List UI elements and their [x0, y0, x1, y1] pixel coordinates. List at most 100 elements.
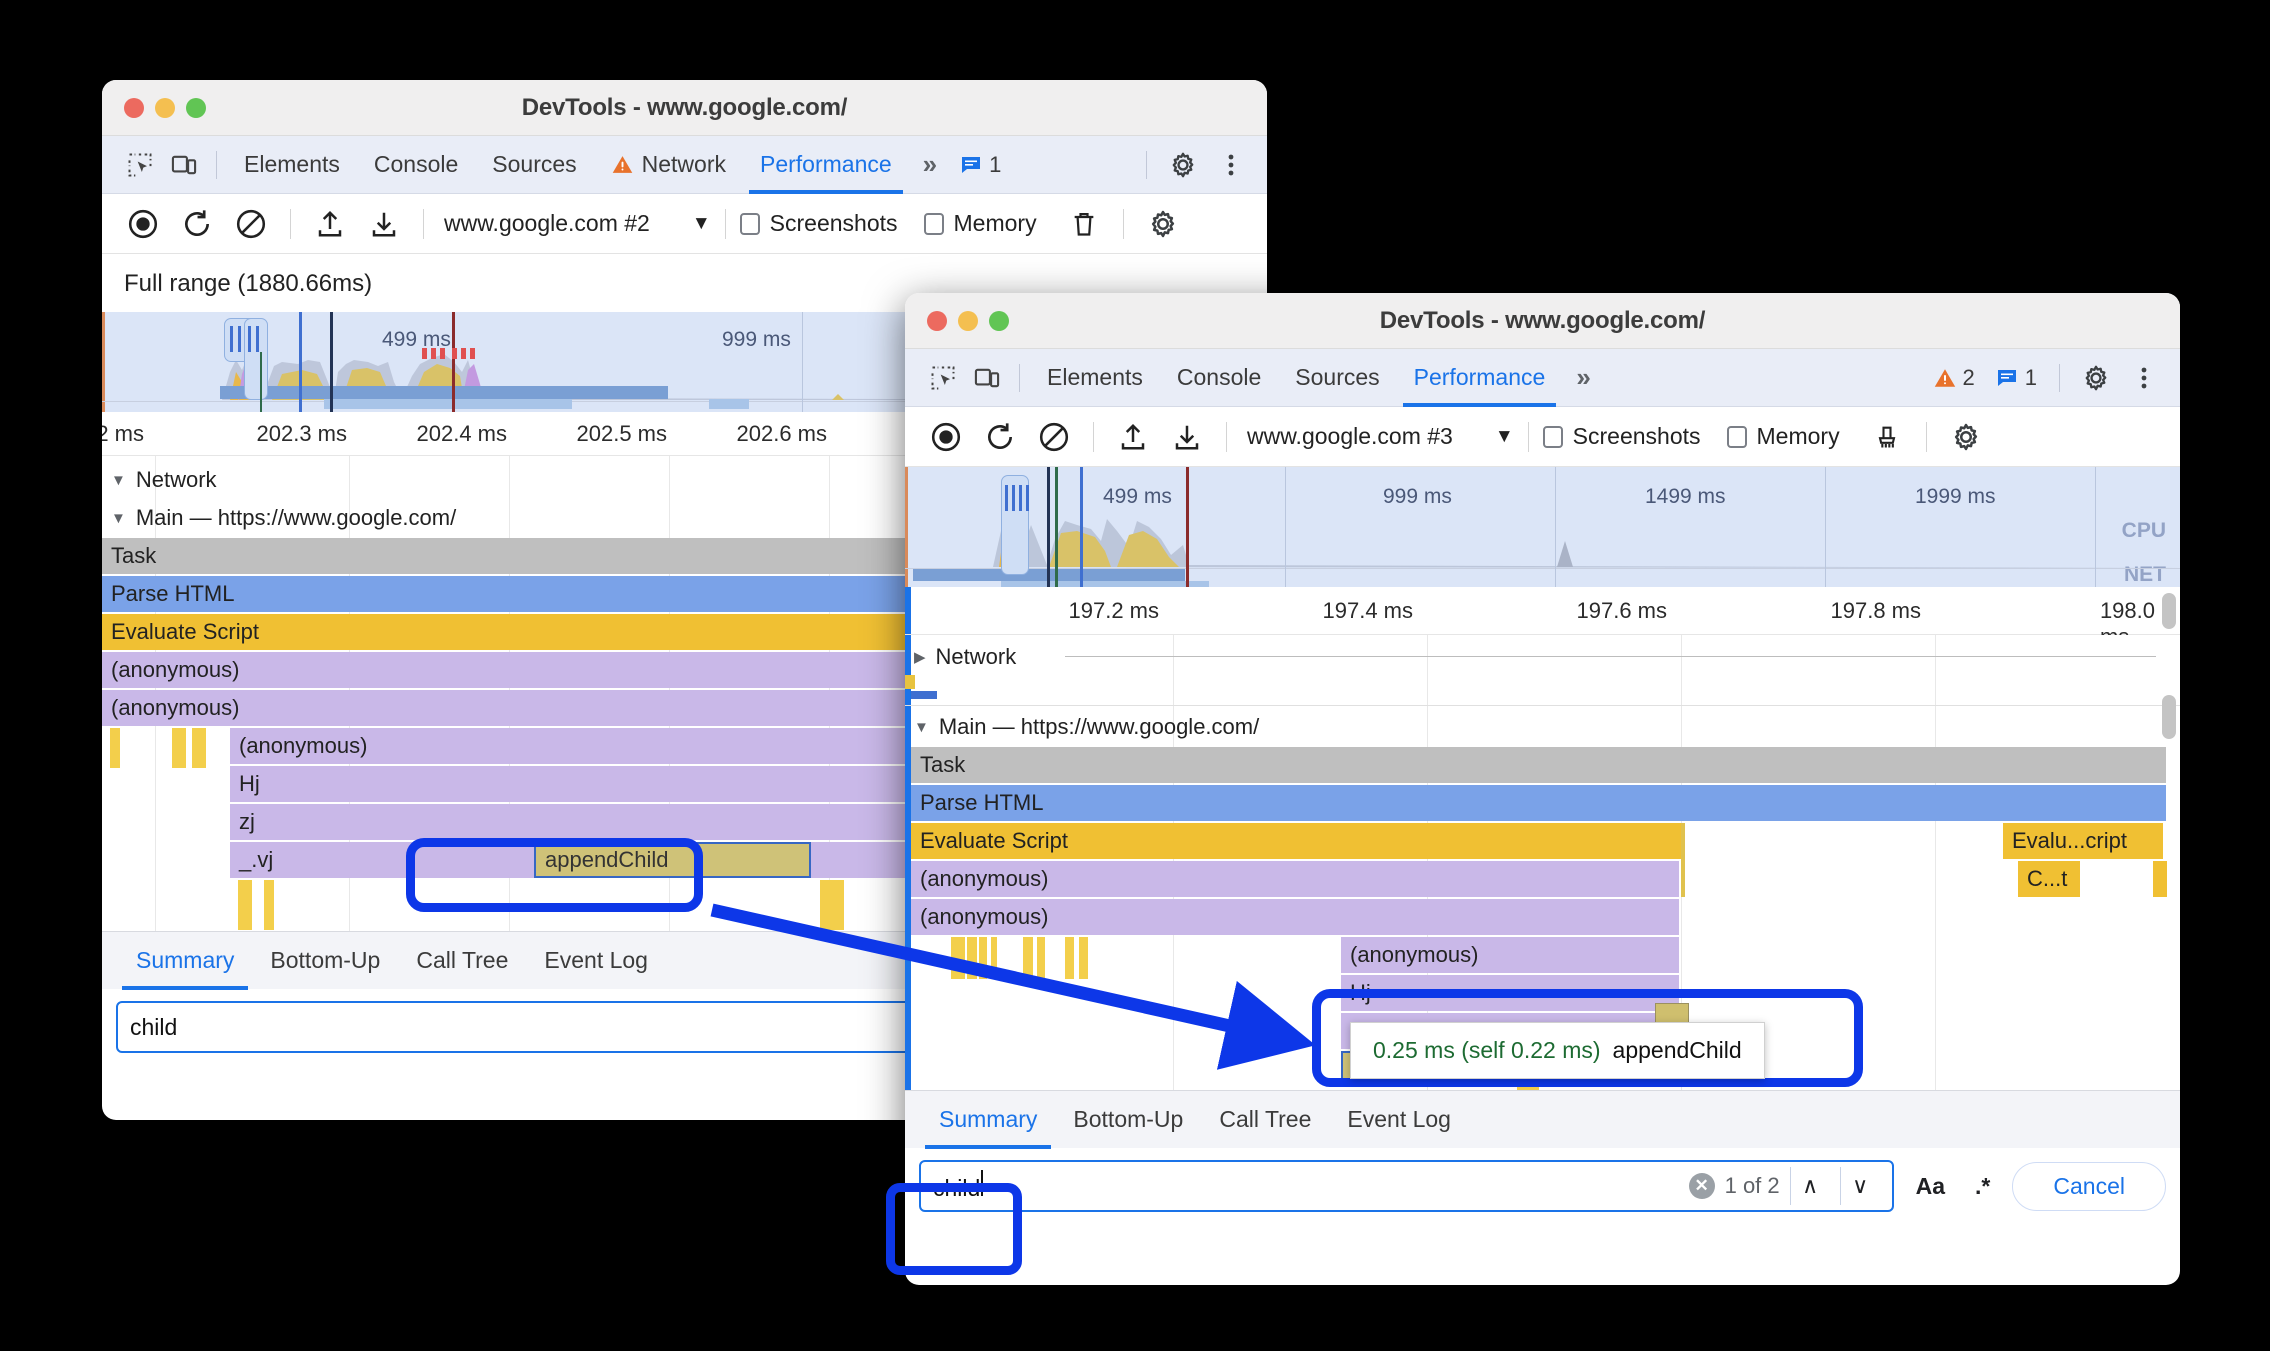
close-button[interactable]: [927, 310, 947, 331]
track-main[interactable]: ▼ Main — https://www.google.com/: [914, 709, 1259, 745]
window2-control-toolbar[interactable]: www.google.com #3 ▼ Screenshots Memory: [905, 407, 2180, 467]
flame-bar[interactable]: [979, 937, 987, 979]
vertical-scrollbar[interactable]: [2162, 695, 2176, 739]
flame-bar[interactable]: [967, 937, 977, 979]
gear-icon[interactable]: [2074, 356, 2118, 400]
upload-icon[interactable]: [1108, 412, 1158, 462]
maximize-button[interactable]: [989, 310, 1009, 331]
download-icon[interactable]: [1162, 412, 1212, 462]
gear-icon[interactable]: [1941, 412, 1991, 462]
flame-bar[interactable]: [1065, 937, 1074, 979]
flame-bar[interactable]: [238, 880, 252, 930]
flame-row-hj[interactable]: Hj: [1341, 975, 1679, 1011]
record-icon[interactable]: [118, 199, 168, 249]
flame-bar[interactable]: [1023, 937, 1033, 979]
flame-bar[interactable]: [820, 880, 844, 930]
flame-row-anonymous-1[interactable]: (anonymous): [911, 861, 1679, 897]
tab-sources[interactable]: Sources: [1278, 349, 1396, 407]
more-tabs-icon[interactable]: »: [1562, 362, 1604, 393]
device-toggle-icon[interactable]: [162, 143, 206, 187]
flame-bar[interactable]: [1037, 937, 1045, 979]
bottom-tab-call-tree[interactable]: Call Tree: [398, 932, 526, 990]
window2-tabstrip-right[interactable]: 2 1: [1925, 356, 2181, 400]
bottom-tab-bottom-up[interactable]: Bottom-Up: [252, 932, 398, 990]
flame-bar[interactable]: [991, 937, 997, 979]
flame-row-anonymous-2[interactable]: (anonymous): [911, 899, 1679, 935]
window1-traffic-lights[interactable]: [102, 97, 206, 118]
maximize-button[interactable]: [186, 97, 206, 118]
match-case-button[interactable]: Aa: [1908, 1173, 1953, 1200]
track-main[interactable]: ▼ Main — https://www.google.com/: [111, 500, 456, 536]
more-options-icon[interactable]: [1209, 143, 1253, 187]
flame-row-zj[interactable]: zj: [230, 804, 920, 840]
window2-titlebar[interactable]: DevTools - www.google.com/: [905, 293, 2180, 349]
track-network[interactable]: ▶ Network: [914, 639, 1016, 675]
trash-icon[interactable]: [1059, 199, 1109, 249]
device-toggle-icon[interactable]: [965, 356, 1009, 400]
regex-button[interactable]: .*: [1967, 1173, 1998, 1200]
gear-icon[interactable]: [1161, 143, 1205, 187]
close-button[interactable]: [124, 97, 144, 118]
tab-performance[interactable]: Performance: [743, 136, 909, 194]
gear-icon[interactable]: [1138, 199, 1188, 249]
screenshots-checkbox[interactable]: Screenshots: [1542, 423, 1701, 450]
window1-tabstrip[interactable]: Elements Console Sources Network Perform…: [102, 136, 1267, 194]
window2-tabstrip[interactable]: Elements Console Sources Performance » 2…: [905, 349, 2180, 407]
tab-console[interactable]: Console: [1160, 349, 1278, 407]
flame-row-evaluate-script[interactable]: Evaluate Script: [911, 823, 1683, 859]
session-dropdown[interactable]: www.google.com #2 ▼: [438, 210, 711, 237]
session-dropdown[interactable]: www.google.com #3 ▼: [1241, 423, 1514, 450]
flame-row-evaluate-script-right[interactable]: Evalu...cript: [2003, 823, 2163, 859]
track-network[interactable]: ▼ Network: [111, 462, 217, 498]
record-icon[interactable]: [921, 412, 971, 462]
upload-icon[interactable]: [305, 199, 355, 249]
flame-bar[interactable]: [2153, 861, 2167, 897]
flame-frame-appendchild-selected[interactable]: appendChild: [534, 842, 811, 878]
flame-bar[interactable]: [192, 728, 206, 768]
brush-icon[interactable]: [1862, 412, 1912, 462]
bottom-tab-event-log[interactable]: Event Log: [526, 932, 666, 990]
more-tabs-icon[interactable]: »: [909, 149, 951, 180]
clear-icon[interactable]: [226, 199, 276, 249]
devtools-window-2[interactable]: DevTools - www.google.com/ Elements Cons…: [905, 293, 2180, 1285]
window2-overview[interactable]: 499 ms 999 ms 1499 ms 1999 ms CPU NET: [905, 467, 2180, 587]
flame-bar[interactable]: [1681, 823, 1685, 897]
search-next-button[interactable]: ∨: [1839, 1167, 1880, 1205]
screenshots-checkbox[interactable]: Screenshots: [739, 210, 898, 237]
tab-sources[interactable]: Sources: [475, 136, 593, 194]
flame-bar[interactable]: [1079, 937, 1088, 979]
cancel-button[interactable]: Cancel: [2012, 1161, 2166, 1211]
flame-bar[interactable]: [951, 937, 965, 979]
search-input[interactable]: child ✕ 1 of 2 ∧ ∨: [919, 1160, 1894, 1212]
inspect-icon[interactable]: [118, 143, 162, 187]
download-icon[interactable]: [359, 199, 409, 249]
window2-traffic-lights[interactable]: [905, 310, 1009, 331]
memory-checkbox[interactable]: Memory: [923, 210, 1037, 237]
bottom-tab-summary[interactable]: Summary: [921, 1091, 1055, 1149]
flame-bar[interactable]: [110, 728, 120, 768]
reload-icon[interactable]: [172, 199, 222, 249]
flame-row-task[interactable]: Task: [911, 747, 2166, 783]
bottom-tab-bottom-up[interactable]: Bottom-Up: [1055, 1091, 1201, 1149]
window1-control-toolbar[interactable]: www.google.com #2 ▼ Screenshots Memory: [102, 194, 1267, 254]
window2-bottom-tabs[interactable]: Summary Bottom-Up Call Tree Event Log: [905, 1090, 2180, 1149]
bottom-tab-call-tree[interactable]: Call Tree: [1201, 1091, 1329, 1149]
inspect-icon[interactable]: [921, 356, 965, 400]
tab-console[interactable]: Console: [357, 136, 475, 194]
tab-elements[interactable]: Elements: [1030, 349, 1160, 407]
window2-message-badge[interactable]: 1: [1987, 365, 2045, 391]
bottom-tab-event-log[interactable]: Event Log: [1329, 1091, 1469, 1149]
bottom-tab-summary[interactable]: Summary: [118, 932, 252, 990]
window2-warning-badge[interactable]: 2: [1925, 365, 1983, 391]
flame-row-ct[interactable]: C...t: [2018, 861, 2080, 897]
minimize-button[interactable]: [155, 97, 175, 118]
window2-search-row[interactable]: child ✕ 1 of 2 ∧ ∨ Aa .* Cancel: [905, 1148, 2180, 1224]
vertical-scrollbar-top[interactable]: [2162, 593, 2176, 629]
window1-titlebar[interactable]: DevTools - www.google.com/: [102, 80, 1267, 136]
window1-message-badge[interactable]: 1: [951, 152, 1009, 178]
flame-row-parse-html[interactable]: Parse HTML: [911, 785, 2166, 821]
clear-icon[interactable]: [1029, 412, 1079, 462]
more-options-icon[interactable]: [2122, 356, 2166, 400]
tab-network[interactable]: Network: [594, 136, 743, 194]
flame-bar[interactable]: [172, 728, 186, 768]
